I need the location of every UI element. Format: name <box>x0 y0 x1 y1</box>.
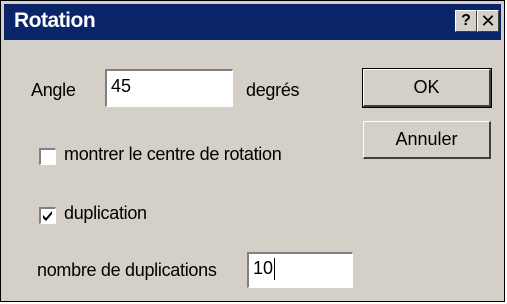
cancel-button[interactable]: Annuler <box>363 121 491 159</box>
rotation-dialog: Rotation ? ✕ Angle 45 degrés OK Annuler … <box>0 0 505 302</box>
close-button[interactable]: ✕ <box>477 10 499 32</box>
title-bar[interactable]: Rotation ? ✕ <box>4 4 501 40</box>
checkmark-icon <box>43 211 52 221</box>
angle-unit: degrés <box>246 80 300 100</box>
show-center-checkbox[interactable] <box>39 148 56 165</box>
duplication-label: duplication <box>64 203 147 223</box>
ok-button[interactable]: OK <box>362 68 492 108</box>
window-title: Rotation <box>14 9 96 32</box>
angle-value: 45 <box>111 76 132 96</box>
show-center-label: montrer le centre de rotation <box>64 144 282 164</box>
angle-label: Angle <box>31 80 76 100</box>
help-button[interactable]: ? <box>455 10 477 32</box>
duplicates-label: nombre de duplications <box>37 260 217 280</box>
duplication-checkbox[interactable] <box>39 207 56 224</box>
duplicates-input[interactable]: 10 <box>247 252 353 288</box>
text-cursor <box>274 258 276 281</box>
angle-input[interactable]: 45 <box>105 69 233 107</box>
duplicates-value: 10 <box>253 258 274 278</box>
